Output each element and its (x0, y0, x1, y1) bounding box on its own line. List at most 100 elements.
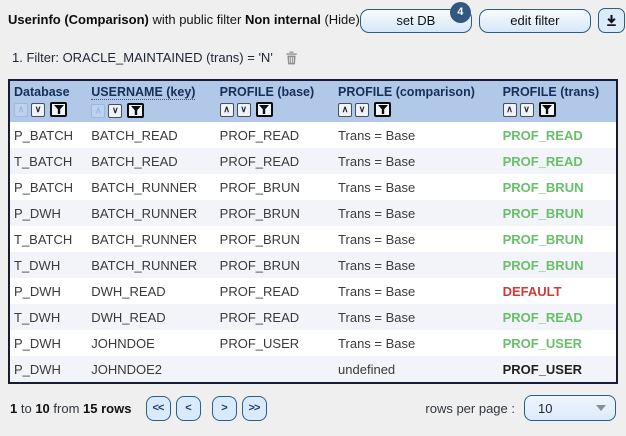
page-title: Userinfo (Comparison) with public filter… (8, 8, 360, 27)
cell-database: T_BATCH (14, 231, 73, 247)
table-row[interactable]: T_DWH BATCH_RUNNER PROF_BRUN Trans = Bas… (9, 252, 617, 278)
cell-database: P_BATCH (14, 179, 73, 195)
table-row[interactable]: P_DWH DWH_READ PROF_READ Trans = Base DE… (9, 278, 617, 304)
chevron-up-icon[interactable]: ∧ (338, 102, 353, 117)
column-header-label[interactable]: PROFILE (base) (220, 85, 314, 99)
cell-profile-base: PROF_BRUN (219, 231, 300, 247)
table-footer: 1 to 10 from 15 rows << < > >> rows per … (10, 395, 616, 421)
column-header: PROFILE (comparison) ∧ ∨ (334, 80, 499, 122)
cell-username: BATCH_RUNNER (91, 257, 198, 273)
cell-database: P_DWH (14, 283, 61, 299)
cell-profile-base: PROF_BRUN (219, 257, 300, 273)
edit-filter-button[interactable]: edit filter (478, 8, 591, 33)
cell-profile-trans: PROF_READ (502, 127, 583, 143)
table-row[interactable]: P_BATCH BATCH_READ PROF_READ Trans = Bas… (9, 122, 617, 148)
column-header-label[interactable]: USERNAME (key) (91, 85, 196, 100)
cell-profile-base: PROF_READ (219, 153, 300, 169)
rows-per-page-value: 10 (538, 400, 553, 416)
cell-profile-comparison: Trans = Base (338, 283, 416, 299)
table-row[interactable]: P_DWH JOHNDOE PROF_USER Trans = Base PRO… (9, 330, 617, 356)
db-count-badge: 4 (449, 1, 471, 23)
first-page-button[interactable]: << (146, 395, 172, 421)
cell-username: JOHNDOE (91, 335, 155, 351)
cell-database: T_DWH (14, 309, 61, 325)
cell-profile-comparison: Trans = Base (338, 153, 416, 169)
chevron-up-icon[interactable]: ∧ (219, 102, 234, 117)
chevron-down-icon[interactable]: ∨ (31, 102, 45, 117)
table-header-row: Database ∧ ∨ USERNAME (key) ∧ ∨ PROFILE … (9, 80, 617, 122)
column-header: PROFILE (base) ∧ ∨ (215, 80, 335, 122)
chevron-down-icon[interactable]: ∨ (236, 102, 251, 117)
cell-profile-base: PROF_BRUN (219, 179, 300, 195)
cell-profile-trans: PROF_BRUN (502, 231, 584, 247)
cell-profile-base: PROF_BRUN (219, 205, 300, 221)
cell-profile-comparison: Trans = Base (338, 231, 416, 247)
cell-username: BATCH_RUNNER (91, 179, 198, 195)
set-db-wrap: set DB 4 (359, 1, 472, 33)
cell-profile-comparison: Trans = Base (338, 257, 416, 273)
public-filter-name: Non internal (244, 12, 321, 27)
cell-username: BATCH_RUNNER (91, 205, 198, 221)
cell-username: BATCH_READ (91, 153, 178, 169)
active-filter-row: 1. Filter: ORACLE_MAINTAINED (trans) = '… (12, 50, 626, 65)
cell-profile-trans: DEFAULT (502, 283, 562, 299)
chevron-down-icon[interactable]: ∨ (519, 102, 534, 117)
funnel-icon[interactable] (50, 102, 67, 117)
hide-link[interactable]: (Hide) (324, 12, 359, 27)
report-name: Userinfo (Comparison) (8, 12, 149, 27)
cell-database: P_BATCH (14, 127, 73, 143)
cell-username: BATCH_READ (91, 127, 178, 143)
cell-profile-base: PROF_READ (219, 309, 300, 325)
column-header-label[interactable]: Database (14, 85, 70, 99)
column-header-label[interactable]: PROFILE (comparison) (338, 85, 475, 99)
table-row[interactable]: T_DWH DWH_READ PROF_READ Trans = Base PR… (9, 304, 617, 330)
funnel-icon[interactable] (127, 103, 145, 118)
filter-description: 1. Filter: ORACLE_MAINTAINED (trans) = '… (12, 50, 273, 65)
cell-profile-trans: PROF_USER (502, 335, 583, 351)
cell-database: P_DWH (14, 335, 61, 351)
chevron-up-icon[interactable]: ∧ (502, 102, 517, 117)
funnel-icon[interactable] (255, 102, 273, 117)
funnel-icon[interactable] (538, 102, 556, 117)
column-header-label[interactable]: PROFILE (trans) (503, 85, 600, 99)
cell-profile-comparison: Trans = Base (338, 127, 416, 143)
cell-profile-trans: PROF_BRUN (502, 205, 584, 221)
cell-profile-trans: PROF_BRUN (502, 257, 584, 273)
table-row[interactable]: P_DWH BATCH_RUNNER PROF_BRUN Trans = Bas… (9, 200, 617, 226)
cell-profile-base: PROF_READ (219, 127, 300, 143)
chevron-up-icon[interactable]: ∧ (91, 103, 106, 118)
cell-profile-trans: PROF_BRUN (502, 179, 584, 195)
chevron-up-icon[interactable]: ∧ (14, 102, 28, 117)
delete-filter-button[interactable] (285, 51, 298, 65)
last-page-button[interactable]: >> (242, 395, 268, 421)
row-range-summary: 1 to 10 from 15 rows (10, 400, 132, 416)
cell-profile-base: PROF_READ (219, 283, 300, 299)
cell-profile-base (216, 356, 334, 383)
funnel-icon[interactable] (374, 102, 392, 117)
download-button[interactable] (597, 8, 625, 33)
cell-profile-base: PROF_USER (219, 335, 300, 351)
next-page-button[interactable]: > (212, 395, 238, 421)
table-row[interactable]: P_BATCH BATCH_RUNNER PROF_BRUN Trans = B… (9, 174, 617, 200)
cell-username: JOHNDOE2 (91, 361, 163, 377)
rows-per-page: rows per page : 10 (425, 395, 616, 421)
rows-per-page-select[interactable]: 10 (524, 395, 616, 421)
rows-per-page-label: rows per page : (425, 400, 515, 416)
table-row[interactable]: T_BATCH BATCH_READ PROF_READ Trans = Bas… (9, 148, 617, 174)
caret-down-icon (596, 405, 606, 411)
column-header: PROFILE (trans) ∧ ∨ (498, 80, 617, 122)
column-header: Database ∧ ∨ (9, 80, 88, 122)
toolbar-buttons: set DB 4 edit filter (359, 1, 626, 33)
chevron-down-icon[interactable]: ∨ (108, 103, 123, 118)
trash-icon (285, 51, 298, 65)
cell-profile-comparison: Trans = Base (338, 179, 416, 195)
table-row[interactable]: T_BATCH BATCH_RUNNER PROF_BRUN Trans = B… (9, 226, 617, 252)
table-row[interactable]: P_DWH JOHNDOE2 undefined PROF_USER (9, 356, 617, 383)
prev-page-button[interactable]: < (176, 395, 202, 421)
column-header: USERNAME (key) ∧ ∨ (87, 80, 216, 122)
pagination: << < > >> (146, 395, 268, 421)
chevron-down-icon[interactable]: ∨ (355, 102, 370, 117)
cell-profile-comparison: Trans = Base (338, 335, 416, 351)
range-start: 1 (10, 400, 18, 416)
cell-database: T_BATCH (14, 153, 73, 169)
